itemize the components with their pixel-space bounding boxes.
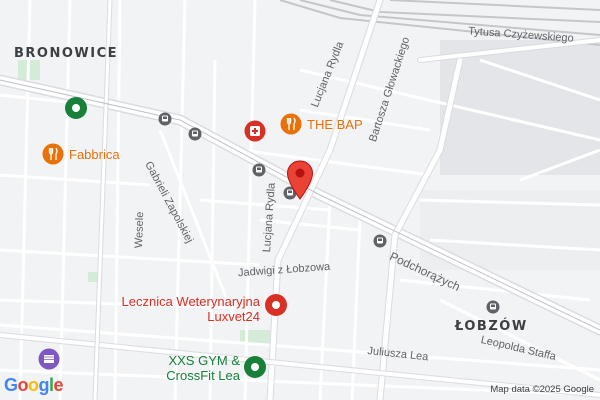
poi-label-xxs-gym[interactable]: XXS GYM & CrossFit Lea — [140, 353, 240, 383]
park-icon[interactable] — [64, 96, 88, 120]
map-view[interactable]: BRONOWICE ŁOBZÓW Tytusa Czyżewskiego Bar… — [0, 0, 600, 400]
map-attribution[interactable]: Map data ©2025 Google — [490, 384, 594, 395]
district-label-lobzow: ŁOBZÓW — [455, 319, 528, 334]
tram-stop-icon[interactable] — [373, 234, 387, 248]
medical-icon[interactable] — [244, 120, 266, 142]
tram-stop-icon[interactable] — [158, 112, 172, 126]
school-icon[interactable] — [38, 348, 60, 370]
location-pin-icon[interactable] — [286, 160, 314, 200]
gym-icon[interactable] — [243, 355, 267, 379]
medical-icon[interactable] — [264, 293, 288, 317]
poi-label-fabbrica[interactable]: Fabbrica — [69, 147, 120, 162]
poi-label-lecznica[interactable]: Lecznica Weterynaryjna Luxvet24 — [112, 294, 261, 324]
district-label-bronowice: BRONOWICE — [14, 46, 118, 61]
restaurant-icon[interactable] — [42, 143, 64, 165]
restaurant-icon[interactable] — [280, 113, 302, 135]
poi-label-the-bap[interactable]: THE BAP — [307, 117, 363, 132]
google-logo: Google — [4, 375, 64, 395]
tram-stop-icon[interactable] — [188, 127, 202, 141]
tram-stop-icon[interactable] — [252, 163, 266, 177]
street-label-wesele: Wesele — [133, 211, 147, 249]
tram-stop-icon[interactable] — [486, 300, 500, 314]
